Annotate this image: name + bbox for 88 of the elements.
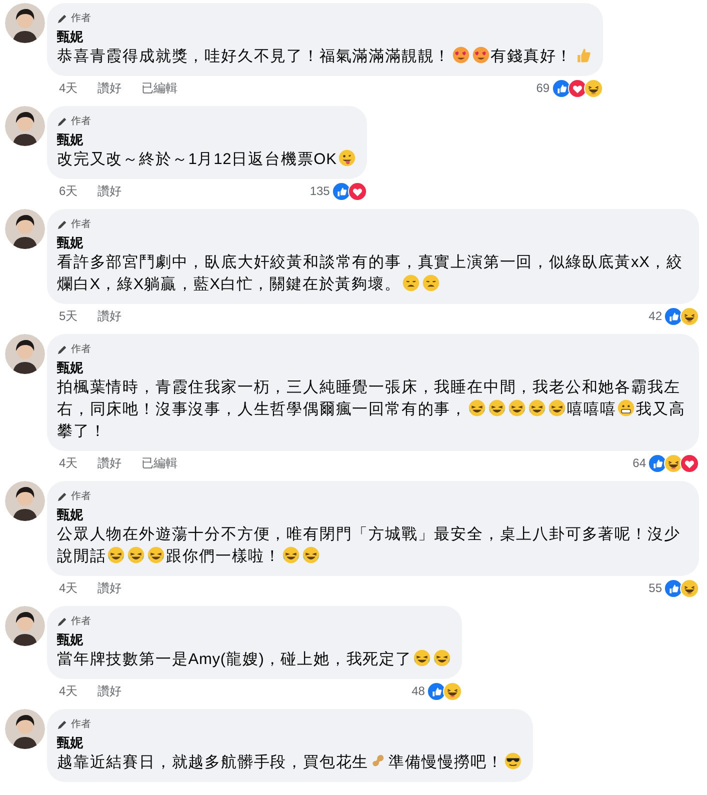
pencil-icon [57, 344, 68, 354]
reaction-count[interactable]: 42 [648, 307, 662, 325]
laughing-face-icon [412, 649, 431, 667]
timestamp-link[interactable]: 4天 [59, 579, 78, 597]
comment-text: 越靠近結賽日，就越多航髒手段，買包花生 準備慢慢撈吧！ [57, 752, 524, 774]
sunglasses-face-icon [504, 752, 522, 770]
tongue-face-icon [338, 149, 356, 167]
laughing-face-icon [127, 546, 146, 564]
author-name[interactable]: 甄妮 [57, 630, 83, 649]
author-name[interactable]: 甄妮 [57, 733, 83, 752]
avatar-icon[interactable] [5, 334, 45, 374]
pencil-icon [57, 116, 68, 126]
reaction-count[interactable]: 135 [310, 182, 330, 200]
like-link[interactable]: 讚好 [98, 79, 122, 97]
laughing-face-icon [508, 399, 526, 417]
heart-eyes-face-icon [452, 46, 470, 64]
laughing-reaction-icon[interactable] [664, 454, 683, 472]
pencil-icon [57, 616, 68, 626]
author-label: 作者 [71, 718, 91, 732]
author-name[interactable]: 甄妮 [57, 505, 83, 524]
avatar-icon[interactable] [5, 606, 45, 646]
pencil-icon [57, 718, 68, 730]
author-label: 作者 [71, 342, 91, 356]
pencil-icon [57, 12, 68, 24]
laughing-face-icon [107, 546, 126, 564]
laughing-face-icon [548, 399, 566, 417]
laughing-face-icon [528, 399, 546, 417]
grimacing-face-icon [617, 399, 636, 417]
like-reaction-icon[interactable] [426, 682, 446, 700]
avatar-icon[interactable] [5, 481, 45, 521]
timestamp-link[interactable]: 4天 [59, 682, 78, 700]
author-label: 作者 [71, 218, 91, 232]
like-reaction-icon[interactable] [648, 454, 667, 472]
laughing-face-icon [432, 649, 451, 667]
author-name[interactable]: 甄妮 [57, 233, 83, 252]
comment-text: 恭喜青霞得成就獎，哇好久不見了！福氣滿滿滿靚靚！ 有錢真好！ [57, 46, 593, 68]
timestamp-link[interactable]: 5天 [59, 307, 78, 325]
laughing-reaction-icon[interactable] [442, 682, 462, 700]
heart-eyes-face-icon [472, 46, 490, 64]
author-name[interactable]: 甄妮 [57, 130, 83, 149]
comment-text: 看許多部宮鬥劇中，臥底大奸絞黃和談常有的事，真實上演第一回，似綠臥底黃xX，絞爛白X，綠X躺贏，藍X白忙，關鍵在於黃夠壞。 [57, 253, 684, 295]
laughing-reaction-icon[interactable] [680, 306, 699, 326]
comment-text: 拍楓葉情時，青霞住我家一杤，三人純睡覺一張床，我睡在中間，我老公和她各霸我左右，同床吔！沒事沒事，人生哲學偶爾瘋一回常有的事， 嘻嘻嘻 我又高攀了！ [57, 378, 686, 442]
laughing-reaction-icon[interactable] [584, 78, 603, 98]
author-label: 作者 [71, 114, 91, 128]
like-reaction-icon[interactable] [664, 578, 683, 598]
reaction-count[interactable]: 48 [412, 682, 425, 700]
reaction-count[interactable]: 55 [648, 579, 662, 597]
laughing-face-icon [147, 546, 166, 564]
author-label: 作者 [71, 490, 91, 504]
timestamp-link[interactable]: 4天 [59, 454, 78, 472]
reaction-count[interactable]: 69 [536, 79, 550, 97]
weary-face-icon [402, 274, 420, 292]
like-link[interactable]: 讚好 [98, 579, 122, 597]
heart-reaction-icon[interactable] [568, 78, 587, 98]
comment-text: 公眾人物在外遊蕩十分不方便，唯有閉門「方城戰」最安全，桌上八卦可多著呢！沒少說閒話 跟你們一樣啦！ [57, 525, 682, 567]
author-name[interactable]: 甄妮 [57, 27, 83, 46]
like-link[interactable]: 讚好 [98, 682, 122, 700]
laughing-face-icon [468, 399, 486, 417]
laughing-reaction-icon[interactable] [680, 578, 699, 598]
laughing-face-icon [488, 399, 506, 417]
pencil-icon [57, 218, 68, 230]
author-label: 作者 [71, 12, 91, 26]
like-link[interactable]: 讚好 [98, 307, 122, 325]
pencil-icon [57, 490, 68, 502]
reaction-count[interactable]: 64 [632, 454, 646, 472]
comment-text: 改完又改～終於～1月12日返台機票OK [57, 149, 357, 171]
like-reaction-icon[interactable] [332, 182, 351, 200]
edited-label: 已編輯 [142, 455, 178, 472]
heart-reaction-icon[interactable] [680, 454, 699, 472]
like-link[interactable]: 讚好 [98, 454, 122, 472]
timestamp-link[interactable]: 4天 [59, 79, 78, 97]
edited-label: 已編輯 [142, 80, 178, 97]
laughing-face-icon [302, 546, 320, 564]
laughing-face-icon [282, 546, 300, 564]
like-link[interactable]: 讚好 [98, 182, 122, 200]
author-label: 作者 [71, 614, 91, 628]
avatar-icon[interactable] [5, 106, 45, 146]
like-reaction-icon[interactable] [664, 306, 683, 326]
avatar-icon[interactable] [5, 3, 45, 43]
heart-reaction-icon[interactable] [348, 182, 367, 200]
author-name[interactable]: 甄妮 [57, 358, 83, 377]
like-reaction-icon[interactable] [552, 78, 571, 98]
timestamp-link[interactable]: 6天 [59, 182, 78, 200]
avatar-icon[interactable] [5, 709, 45, 749]
comment-text: 當年牌技數第一是Amy(龍嫂)，碰上她，我死定了 [57, 649, 452, 671]
avatar-icon[interactable] [5, 209, 45, 249]
weary-face-icon [422, 274, 440, 292]
